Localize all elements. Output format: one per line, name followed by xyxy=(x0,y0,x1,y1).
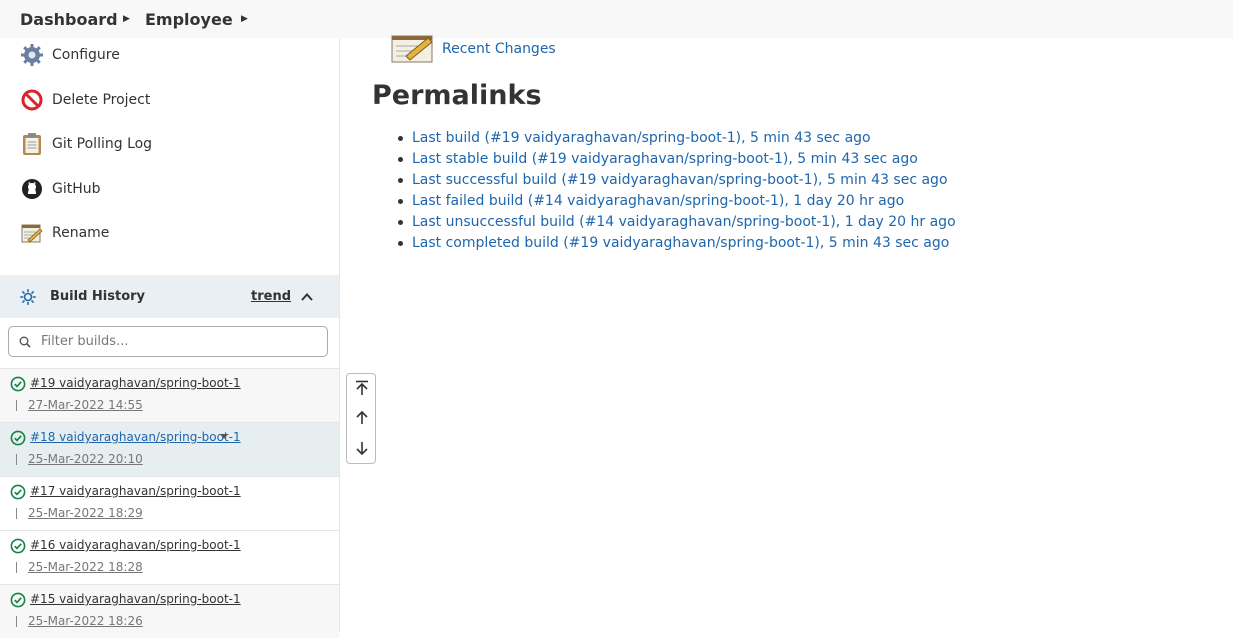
sidebar-item-label: Git Polling Log xyxy=(52,136,153,152)
notepad-pencil-icon xyxy=(390,30,434,68)
permalink-last-build[interactable]: Last build (#19 vaidyaraghavan/spring-bo… xyxy=(398,128,956,149)
timeline-bar xyxy=(16,616,17,627)
breadcrumb-dashboard[interactable]: Dashboard xyxy=(20,10,118,29)
filter-builds-input[interactable] xyxy=(39,333,323,350)
sidebar-item-label: Configure xyxy=(52,47,120,63)
recent-changes-item[interactable]: Recent Changes xyxy=(390,30,556,68)
search-icon xyxy=(19,336,31,348)
sidebar: Configure Delete Project Git Polling Log xyxy=(0,38,340,638)
build-row: #16 vaidyaraghavan/spring-boot-1 25-Mar-… xyxy=(0,530,339,584)
timeline-bar xyxy=(16,454,17,465)
build-list: #19 vaidyaraghavan/spring-boot-1 27-Mar-… xyxy=(0,368,339,638)
filter-builds-field[interactable] xyxy=(8,326,328,357)
permalink-last-completed-build[interactable]: Last completed build (#19 vaidyaraghavan… xyxy=(398,233,956,254)
build-link[interactable]: #19 vaidyaraghavan/spring-boot-1 xyxy=(30,376,241,390)
build-date-link[interactable]: 25-Mar-2022 18:29 xyxy=(28,506,143,520)
build-date-link[interactable]: 25-Mar-2022 20:10 xyxy=(28,452,143,466)
trend-link[interactable]: trend xyxy=(251,289,291,304)
scroll-to-top-icon[interactable] xyxy=(354,380,370,396)
sidebar-item-configure[interactable]: Configure xyxy=(20,43,120,67)
build-row: #19 vaidyaraghavan/spring-boot-1 27-Mar-… xyxy=(0,368,339,422)
sidebar-item-github[interactable]: GitHub xyxy=(20,177,101,201)
no-entry-icon xyxy=(20,88,44,112)
success-check-icon xyxy=(10,592,26,608)
scroll-down-icon[interactable] xyxy=(354,440,370,456)
breadcrumb-employee[interactable]: Employee xyxy=(145,10,233,29)
sidebar-item-label: Delete Project xyxy=(52,92,151,108)
scroll-up-icon[interactable] xyxy=(354,410,370,426)
breadcrumb-separator-icon[interactable]: ▶ xyxy=(241,14,248,24)
permalink-last-unsuccessful-build[interactable]: Last unsuccessful build (#14 vaidyaragha… xyxy=(398,212,956,233)
timeline-bar xyxy=(16,400,17,411)
permalinks-list: Last build (#19 vaidyaraghavan/spring-bo… xyxy=(398,128,956,254)
gear-icon xyxy=(20,43,44,67)
scroll-controls xyxy=(346,373,376,464)
collapse-chevron-up-icon[interactable] xyxy=(300,289,314,303)
build-history-header: Build History trend xyxy=(0,275,339,318)
sidebar-item-git-polling-log[interactable]: Git Polling Log xyxy=(20,132,152,156)
build-date-link[interactable]: 25-Mar-2022 18:26 xyxy=(28,614,143,628)
build-row: #17 vaidyaraghavan/spring-boot-1 25-Mar-… xyxy=(0,476,339,530)
success-check-icon xyxy=(10,484,26,500)
build-history-icon xyxy=(20,289,36,309)
breadcrumb-separator-icon[interactable]: ▶ xyxy=(123,14,130,24)
notepad-pencil-icon xyxy=(20,221,44,245)
permalink-last-failed-build[interactable]: Last failed build (#14 vaidyaraghavan/sp… xyxy=(398,191,956,212)
success-check-icon xyxy=(10,376,26,392)
timeline-bar xyxy=(16,508,17,519)
permalink-last-successful-build[interactable]: Last successful build (#19 vaidyaraghava… xyxy=(398,170,956,191)
timeline-bar xyxy=(16,562,17,573)
build-date-link[interactable]: 25-Mar-2022 18:28 xyxy=(28,560,143,574)
build-link[interactable]: #16 vaidyaraghavan/spring-boot-1 xyxy=(30,538,241,552)
build-history-title: Build History xyxy=(50,289,146,304)
build-row: #15 vaidyaraghavan/spring-boot-1 25-Mar-… xyxy=(0,584,339,638)
sidebar-item-delete-project[interactable]: Delete Project xyxy=(20,88,150,112)
success-check-icon xyxy=(10,538,26,554)
github-icon xyxy=(20,177,44,201)
build-link[interactable]: #18 vaidyaraghavan/spring-boot-1 xyxy=(30,430,241,444)
recent-changes-link[interactable]: Recent Changes xyxy=(442,41,556,57)
breadcrumb-bar: Dashboard ▶ Employee ▶ xyxy=(0,0,1233,38)
build-row: #18 vaidyaraghavan/spring-boot-1 25-Mar-… xyxy=(0,422,339,476)
clipboard-icon xyxy=(20,132,44,156)
build-link[interactable]: #15 vaidyaraghavan/spring-boot-1 xyxy=(30,592,241,606)
build-date-link[interactable]: 27-Mar-2022 14:55 xyxy=(28,398,143,412)
permalink-last-stable-build[interactable]: Last stable build (#19 vaidyaraghavan/sp… xyxy=(398,149,956,170)
sidebar-item-label: GitHub xyxy=(52,181,101,197)
success-check-icon xyxy=(10,430,26,446)
sidebar-item-label: Rename xyxy=(52,225,110,241)
build-link[interactable]: #17 vaidyaraghavan/spring-boot-1 xyxy=(30,484,241,498)
permalinks-heading: Permalinks xyxy=(372,80,542,111)
dropdown-caret-icon[interactable] xyxy=(220,434,228,439)
sidebar-item-rename[interactable]: Rename xyxy=(20,221,109,245)
